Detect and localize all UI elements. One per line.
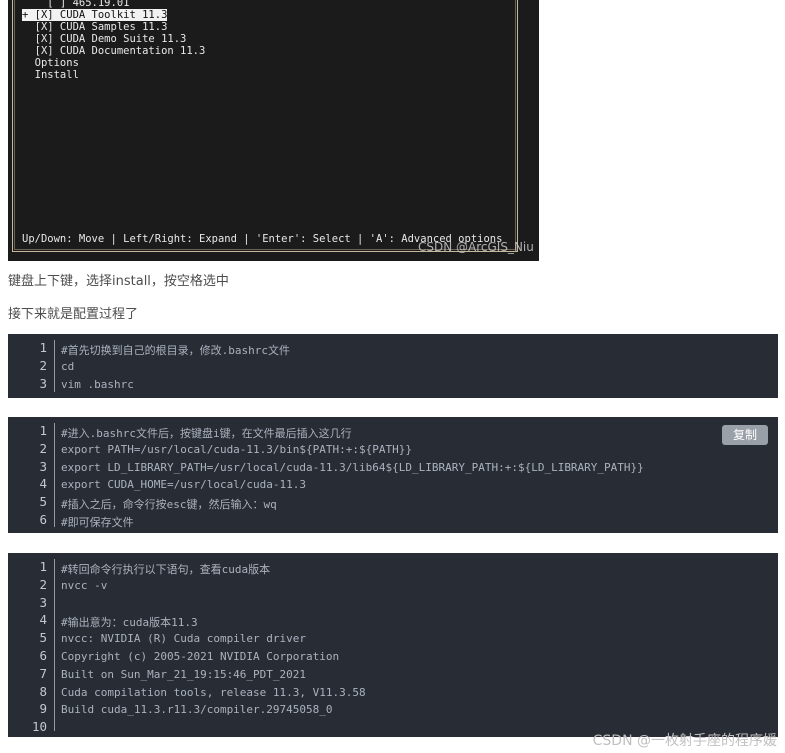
terminal-menu-item: [X] CUDA Demo Suite 11.3 [22, 33, 187, 45]
image-watermark: CSDN @ArcGIS_Niu [418, 240, 534, 254]
line-number-divider [54, 423, 55, 527]
code-block: 复制 1 #进入.bashrc文件后，按键盘i键，在文件最后插入这几行 2 expor… [8, 417, 778, 533]
paragraph: 键盘上下键，选择install，按空格选中 [8, 274, 229, 289]
line-number: 5 [39, 630, 47, 646]
terminal-menu-item: Install [22, 69, 79, 81]
line-number: 10 [31, 719, 47, 735]
line-number: 3 [39, 458, 47, 474]
line-number: 2 [39, 440, 47, 456]
terminal-menu-item: [ ] 465.19.01 [22, 0, 130, 9]
copy-button[interactable]: 复制 [722, 425, 768, 445]
line-number: 2 [39, 357, 47, 373]
code-line: export PATH=/usr/local/cuda-11.3/bin${PA… [61, 442, 412, 456]
code-line: Build cuda_11.3.r11.3/compiler.29745058_… [61, 703, 333, 717]
line-number: 3 [39, 594, 47, 610]
line-number-divider [54, 559, 55, 731]
code-line: export LD_LIBRARY_PATH=/usr/local/cuda-1… [61, 460, 644, 474]
code-line: #即可保存文件 [61, 516, 134, 529]
code-line: #首先切换到自己的根目录，修改.bashrc文件 [61, 344, 290, 357]
code-block: 1 #转回命令行执行以下语句，查看cuda版本 2 nvcc -v 3 4 #输出意为：cu… [8, 553, 778, 737]
code-line: vim .bashrc [61, 377, 134, 391]
code-line: Cuda compilation tools, release 11.3, V1… [61, 685, 366, 699]
line-number: 1 [39, 423, 47, 438]
code-line: cd [61, 359, 75, 373]
line-number: 7 [39, 665, 47, 681]
line-number: 1 [39, 340, 47, 355]
code-line: nvcc: NVIDIA (R) Cuda compiler driver [61, 632, 307, 646]
line-number-divider [54, 340, 55, 392]
line-number: 9 [39, 701, 47, 717]
code-line: export CUDA_HOME=/usr/local/cuda-11.3 [61, 478, 307, 492]
code-line: #插入之后，命令行按esc键，然后输入：wq [61, 498, 277, 512]
terminal-menu-item: [X] CUDA Samples 11.3 [22, 21, 168, 33]
line-number: 6 [39, 648, 47, 663]
line-number: 2 [39, 576, 47, 592]
code-line: nvcc -v [61, 578, 108, 592]
page-watermark: CSDN @一枚射手座的程序媛 [592, 733, 777, 749]
paragraph: 接下来就是配置过程了 [8, 307, 139, 322]
line-number: 8 [39, 683, 47, 699]
terminal-menu-item: [X] CUDA Documentation 11.3 [22, 45, 206, 57]
terminal-menu-item: + [X] CUDA Toolkit 11.3 [22, 9, 168, 21]
line-number: 4 [39, 612, 47, 628]
terminal-menu-item: Options [22, 57, 79, 69]
line-number: 6 [39, 512, 47, 527]
code-line: Copyright (c) 2005-2021 NVIDIA Corporati… [61, 650, 340, 663]
terminal-screenshot: Up/Down: Move | Left/Right: Expand | 'En… [8, 0, 539, 261]
code-line: #进入.bashrc文件后，按键盘i键，在文件最后插入这几行 [61, 427, 352, 440]
code-block: 1 #首先切换到自己的根目录，修改.bashrc文件 2 cd 3 vim .bashrc [8, 334, 778, 398]
line-number: 1 [39, 559, 47, 574]
code-line: #转回命令行执行以下语句，查看cuda版本 [61, 563, 271, 576]
line-number: 4 [39, 476, 47, 492]
line-number: 5 [39, 494, 47, 510]
code-line: #输出意为：cuda版本11.3 [61, 616, 198, 630]
code-line: Built on Sun_Mar_21_19:15:46_PDT_2021 [61, 667, 307, 681]
line-number: 3 [39, 375, 47, 391]
